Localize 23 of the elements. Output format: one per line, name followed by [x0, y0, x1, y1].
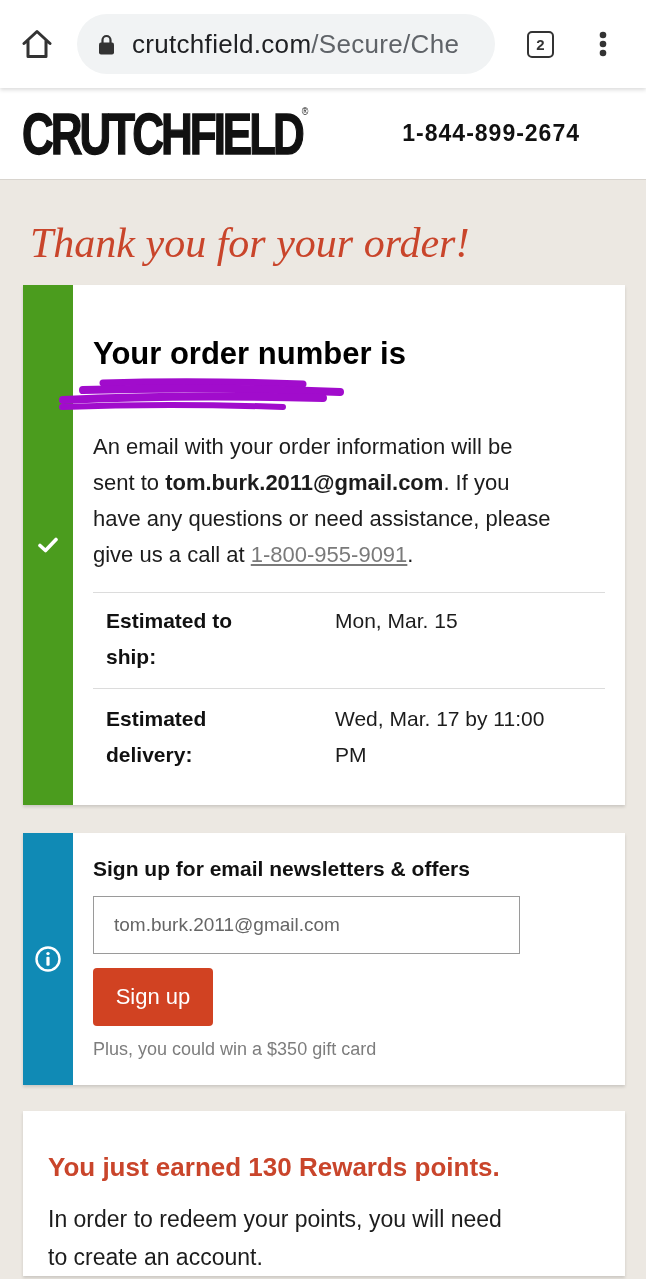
page-title: Thank you for your order!: [30, 220, 470, 266]
estimate-value: Mon, Mar. 15: [335, 608, 459, 634]
tab-switcher-button[interactable]: 2: [527, 30, 554, 58]
home-icon[interactable]: [22, 29, 52, 59]
info-icon: [35, 946, 61, 972]
address-bar[interactable]: crutchfield.com/Secure/Che: [77, 14, 495, 74]
phone-link[interactable]: 1-800-955-9091: [250, 542, 408, 567]
order-heading: Your order number is: [93, 335, 407, 373]
lock-icon: [98, 33, 115, 55]
rewards-message: In order to redeem your points, you will need to create an account.: [48, 1205, 503, 1272]
signup-note: Plus, you could win a $350 gift card: [93, 1038, 378, 1061]
menu-icon[interactable]: [599, 31, 607, 57]
site-logo[interactable]: CRUTCHFIELD$^{®}$: [22, 104, 309, 163]
signup-heading: Sign up for email newsletters & offers: [93, 856, 471, 882]
estimate-label: Estimated to ship:: [106, 608, 234, 670]
estimate-label: Estimated delivery:: [106, 706, 208, 768]
email-input[interactable]: tom.burk.2011@gmail.com: [93, 896, 520, 954]
rewards-heading: You just earned 130 Rewards points.: [48, 1151, 501, 1184]
check-icon: [38, 537, 58, 553]
phone-number[interactable]: 1-844-899-2674: [402, 120, 580, 147]
order-message: An email with your order information will be sent to tom.burk.2011@gmail.com. If you have any questions or need assistance, please give us a call at 1-800-955-9091.: [93, 433, 552, 569]
sign-up-button[interactable]: Sign up: [93, 968, 213, 1026]
estimate-value: Wed, Mar. 17 by 11:00 PM: [335, 706, 546, 768]
